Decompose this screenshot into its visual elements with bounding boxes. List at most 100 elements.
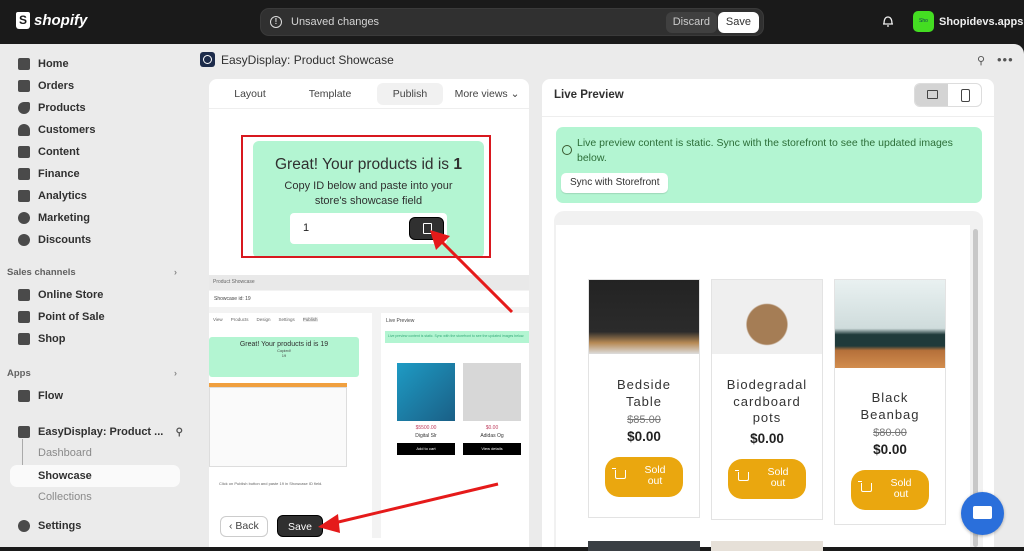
sold-out-button[interactable]: Sold out (851, 470, 929, 510)
desktop-view-button[interactable] (915, 84, 948, 106)
shot-right-panel: Live Preview Live preview content is sta… (381, 313, 529, 538)
mobile-view-button[interactable] (948, 84, 981, 106)
top-bar: shopify ! Unsaved changes Discard Save S… (0, 0, 1024, 44)
sidebar-item-flow[interactable]: Flow (8, 385, 183, 407)
bank-icon (18, 168, 30, 180)
sales-channels-header[interactable]: Sales channels › (7, 267, 177, 278)
apps-header[interactable]: Apps › (7, 368, 177, 379)
sidebar-item-label: Products (38, 102, 86, 114)
app-title: EasyDisplay: Product Showcase (221, 52, 394, 67)
preview-viewport: Bedside Table $85.00 $0.00 Sold out Biod… (556, 225, 970, 551)
chat-button[interactable] (961, 492, 1004, 535)
home-icon (18, 58, 30, 70)
sidebar-item-settings[interactable]: Settings (8, 515, 183, 537)
preview-frame: Bedside Table $85.00 $0.00 Sold out Biod… (554, 211, 983, 551)
shot-tab: Settings (278, 317, 295, 322)
shot-product-image (397, 363, 455, 421)
shopify-logo[interactable]: shopify (16, 12, 87, 29)
pin-icon[interactable]: ⚲ (176, 427, 183, 438)
sold-out-label: Sold out (644, 464, 666, 487)
sidebar-item-discounts[interactable]: Discounts (8, 229, 183, 251)
product-name: Black Beanbag (860, 390, 920, 422)
sync-storefront-button[interactable]: Sync with Storefront (561, 173, 669, 193)
tab-more-views[interactable]: More views ⌄ (447, 83, 527, 105)
sidebar-item-products[interactable]: Products (8, 97, 183, 119)
sidebar-subitem-collections[interactable]: Collections (38, 491, 92, 503)
product-price: $0.00 (627, 429, 661, 444)
sidebar-subitem-dashboard[interactable]: Dashboard (38, 447, 92, 459)
sidebar-item-marketing[interactable]: Marketing (8, 207, 183, 229)
target-icon (18, 212, 30, 224)
product-image (589, 280, 699, 354)
shot-button: Add to cart (397, 443, 455, 455)
sidebar-item-finance[interactable]: Finance (8, 163, 183, 185)
product-card[interactable]: Bedside Table $85.00 $0.00 Sold out (588, 279, 700, 518)
discard-button[interactable]: Discard (665, 12, 717, 33)
sidebar-item-home[interactable]: Home (8, 53, 183, 75)
pos-icon (18, 311, 30, 323)
shot-id: 19 (281, 353, 287, 358)
cart-icon (858, 481, 872, 492)
sidebar-item-label: Online Store (38, 289, 104, 301)
store-menu[interactable]: Sho Shopidevs.apps (913, 11, 1023, 32)
product-card[interactable]: Biodegradal cardboard pots $0.00 Sold ou… (711, 279, 823, 520)
shot-price: $0.00 (485, 425, 499, 431)
save-showcase-button[interactable]: Save (277, 515, 323, 537)
sidebar-item-label: Analytics (38, 190, 87, 202)
pin-icon[interactable]: ⚲ (977, 54, 985, 67)
unsaved-changes-bar: ! Unsaved changes Discard Save (260, 8, 764, 36)
shot-success-box: Great! Your products id is 19 Copied! 19 (209, 337, 359, 377)
sidebar-item-customers[interactable]: Customers (8, 119, 183, 141)
sidebar-item-label: Customers (38, 124, 96, 136)
shopify-bag-icon (16, 12, 30, 29)
shot-header: Product Showcase (209, 275, 529, 290)
product-name: Biodegradal cardboard pots (726, 377, 808, 425)
tab-layout[interactable]: Layout (217, 83, 283, 105)
tab-bar: Layout Template Publish More views ⌄ (209, 79, 529, 109)
back-button[interactable]: ‹ Back (220, 516, 268, 537)
store-avatar: Sho (913, 11, 934, 32)
cart-icon (735, 469, 749, 481)
sidebar-item-easydisplay[interactable]: EasyDisplay: Product ... ⚲ (8, 421, 183, 443)
sidebar-item-orders[interactable]: Orders (8, 75, 183, 97)
tab-template[interactable]: Template (283, 83, 377, 105)
sidebar-item-label: Home (38, 58, 69, 70)
product-image (835, 280, 945, 368)
chevron-left-icon: ‹ (229, 520, 233, 532)
sidebar: Home Orders Products Customers Content F… (0, 44, 190, 547)
easydisplay-icon (200, 52, 215, 67)
easydisplay-icon (18, 426, 30, 438)
sold-out-button[interactable]: Sold out (605, 457, 683, 497)
shot-live-preview-title: Live Preview (386, 318, 415, 324)
sold-out-label: Sold out (890, 477, 912, 500)
sidebar-item-analytics[interactable]: Analytics (8, 185, 183, 207)
save-button[interactable]: Save (717, 12, 759, 33)
sidebar-item-online-store[interactable]: Online Store (8, 284, 183, 306)
sidebar-item-label: Flow (38, 390, 64, 402)
shot-tabs: View Products Design Settings Publish (209, 313, 372, 326)
section-label: Sales channels (7, 267, 76, 278)
device-toggle (914, 83, 982, 107)
product-price: $0.00 (873, 442, 907, 457)
chevron-right-icon: › (173, 368, 177, 379)
shot-button: View details (463, 443, 521, 455)
sold-out-button[interactable]: Sold out (728, 458, 806, 499)
back-label: Back (235, 520, 259, 532)
tab-publish[interactable]: Publish (377, 82, 443, 105)
bell-icon[interactable] (882, 14, 894, 28)
sidebar-item-content[interactable]: Content (8, 141, 183, 163)
sidebar-item-label: Marketing (38, 212, 90, 224)
shop-icon (18, 333, 30, 345)
more-actions-icon[interactable]: ••• (997, 52, 1014, 67)
shot-tab: View (213, 317, 223, 322)
main-area: Home Orders Products Customers Content F… (0, 44, 1024, 551)
sidebar-item-shop[interactable]: Shop (8, 328, 183, 350)
sidebar-subitem-showcase[interactable]: Showcase (10, 465, 180, 487)
tutorial-screenshot: Product Showcase Showcase id: 19 View Pr… (209, 275, 529, 538)
product-old-price: $80.00 (873, 427, 907, 439)
product-card[interactable]: Black Beanbag $80.00 $0.00 Sold out (834, 279, 946, 525)
sidebar-item-point-of-sale[interactable]: Point of Sale (8, 306, 183, 328)
person-icon (18, 124, 30, 136)
cart-icon (612, 468, 626, 479)
shot-tab: Publish (302, 317, 318, 322)
